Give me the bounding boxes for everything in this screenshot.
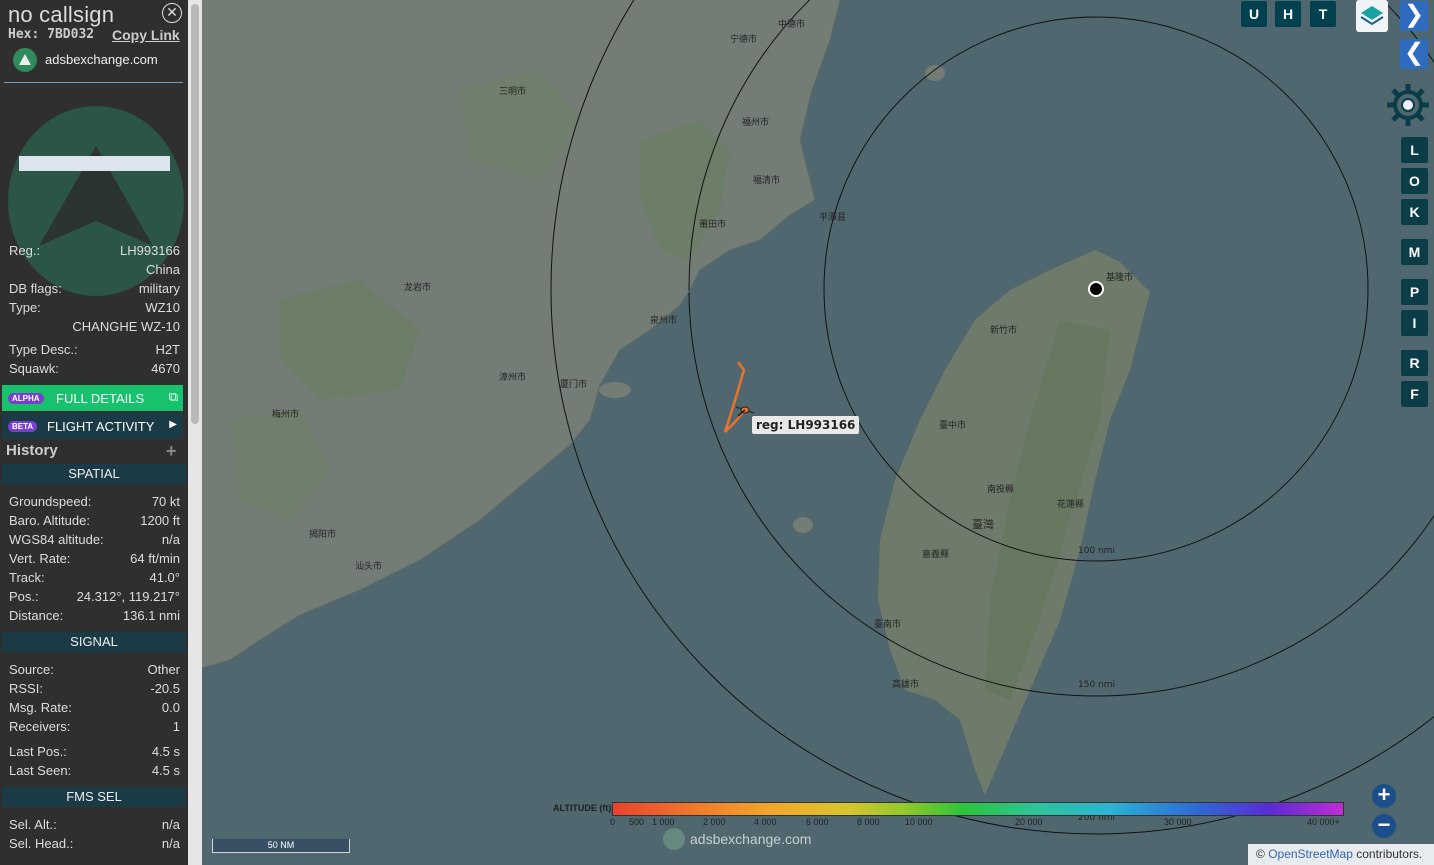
detail-row-type-name: CHANGHE WZ-10 [72,319,180,334]
scale-bar: 50 NM [212,839,350,853]
site-link[interactable]: adsbexchange.com [45,52,158,67]
detail-row-squawk: Squawk: 4670 [9,361,180,376]
close-icon[interactable]: ✕ [162,3,182,23]
detail-row-type-desc: Type Desc.: H2T [9,342,180,357]
attribution-prefix: © [1256,847,1269,861]
attribution-suffix: contributors. [1352,847,1423,861]
toggle-m-button[interactable]: M [1401,239,1428,265]
spatial-row: Vert. Rate: 64 ft/min [9,551,180,566]
altitude-tick: 8 000 [857,817,880,827]
signal-row: Msg. Rate: 0.0 [9,700,180,715]
layers-icon [1360,6,1384,26]
caret-right-icon: ▶ [169,419,177,430]
toggle-f-button[interactable]: F [1401,381,1428,407]
full-details-label: FULL DETAILS [56,391,145,406]
beta-badge: BETA [8,421,38,432]
altitude-tick: 40 000+ [1307,817,1340,827]
signal-row: Source: Other [9,662,180,677]
divider [4,82,183,83]
toggle-i-button[interactable]: I [1401,310,1428,336]
flight-activity-label: FLIGHT ACTIVITY [47,419,155,434]
aircraft-helicopter-icon[interactable] [735,406,755,417]
expand-right-button[interactable]: ❯ [1400,1,1428,31]
toggle-p-button[interactable]: P [1401,279,1428,305]
toggle-t-button[interactable]: T [1310,1,1336,27]
signal-row: Last Seen: 4.5 s [9,763,180,778]
map-attribution: © OpenStreetMap contributors. [1248,844,1434,865]
hex-code: Hex: 7BD032 [8,27,94,42]
matsu-island [925,65,945,81]
settings-gear-icon[interactable] [1385,82,1431,128]
kinmen-island [599,382,631,398]
hex-value: 7BD032 [47,27,95,42]
detail-row-type: Type: WZ10 [9,300,180,315]
signal-row: Receivers: 1 [9,719,180,734]
photo-banner [19,156,170,171]
spatial-row: Distance: 136.1 nmi [9,608,180,623]
altitude-tick: 0 [610,817,616,827]
copy-link-button[interactable]: Copy Link [112,27,180,43]
callsign: no callsign [8,2,115,27]
toggle-h-button[interactable]: H [1275,1,1301,27]
watermark-text: adsbexchange.com [690,831,812,847]
adsbexchange-logo-icon[interactable] [13,48,37,72]
altitude-tick: 20 000 [1015,817,1043,827]
altitude-tick: 1 000 [652,817,675,827]
hex-label: Hex: [8,27,40,42]
detail-row-reg: Reg.: LH993166 [9,243,180,258]
altitude-tick: 500 [629,817,645,827]
altitude-legend-title: ALTITUDE (ft) [553,803,612,813]
spatial-row: Pos.: 24.312°, 119.217° [9,589,180,604]
layers-button[interactable] [1356,0,1388,32]
fms-row: Sel. Head.: n/a [9,836,180,851]
altitude-tick: 2 000 [703,817,726,827]
toggle-k-button[interactable]: K [1401,199,1428,225]
spatial-row: Groundspeed: 70 kt [9,494,180,509]
toggle-o-button[interactable]: O [1401,168,1428,194]
openstreetmap-link[interactable]: OpenStreetMap [1268,847,1353,861]
spatial-row: Track: 41.0° [9,570,180,585]
detail-row-country: China [146,262,180,277]
altitude-tick: 4 000 [754,817,777,827]
history-heading[interactable]: History [6,442,58,459]
altitude-tick: 6 000 [806,817,829,827]
watermark-logo-icon [663,828,685,850]
alpha-badge: ALPHA [8,393,44,404]
spatial-header: SPATIAL [2,464,186,484]
zoom-out-button[interactable]: − [1372,814,1396,838]
altitude-color-bar [612,802,1344,816]
fms-row: Sel. Alt.: n/a [9,817,180,832]
fms-header: FMS SEL [2,787,186,807]
zoom-in-button[interactable]: + [1372,784,1396,808]
minus-icon: − [1377,812,1391,837]
penghu-island [793,517,813,533]
chevron-right-icon: ❯ [1403,1,1425,28]
sidebar-scroll-thumb[interactable] [191,4,199,424]
toggle-r-button[interactable]: R [1401,350,1428,376]
plus-icon: + [1377,782,1391,807]
collapse-left-button[interactable]: ❮ [1400,39,1428,69]
flight-activity-button[interactable]: BETA FLIGHT ACTIVITY ▶ [2,413,183,439]
expand-plus-icon[interactable]: + [166,441,177,462]
chevron-left-icon: ❮ [1403,39,1425,66]
receiver-marker[interactable] [1088,281,1104,297]
signal-row: Last Pos.: 4.5 s [9,744,180,759]
full-details-button[interactable]: ALPHA FULL DETAILS ⧉ [2,385,183,411]
altitude-tick: 10 000 [905,817,933,827]
detail-row-db-flags: DB flags: military [9,281,180,296]
toggle-l-button[interactable]: L [1401,137,1428,163]
info-sidebar: no callsign ✕ Hex: 7BD032 Copy Link adsb… [0,0,190,865]
spatial-row: Baro. Altitude: 1200 ft [9,513,180,528]
signal-header: SIGNAL [2,632,186,652]
toggle-u-button[interactable]: U [1241,1,1267,27]
spatial-row: WGS84 altitude: n/a [9,532,180,547]
external-link-icon: ⧉ [168,389,178,404]
aircraft-label[interactable]: reg: LH993166 [752,416,860,434]
flight-track [723,361,746,433]
signal-row: RSSI: -20.5 [9,681,180,696]
altitude-tick: 30 000 [1164,817,1192,827]
